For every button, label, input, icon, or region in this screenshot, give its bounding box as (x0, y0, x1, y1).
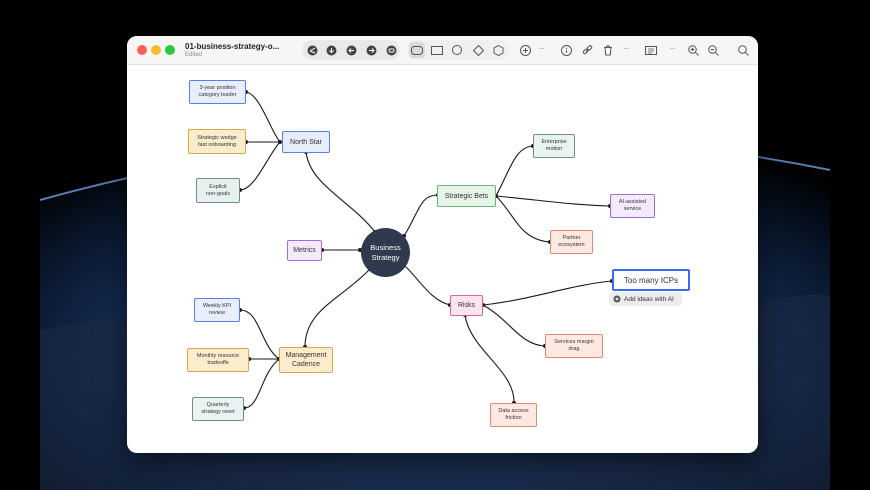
management-cadence-node[interactable]: Management Cadence (279, 347, 333, 373)
search-icon[interactable] (735, 42, 751, 58)
circle-shape-icon[interactable] (449, 42, 465, 58)
node-label: Weekly KPI review (202, 303, 232, 316)
arrow-right-icon[interactable] (363, 42, 379, 58)
close-button[interactable] (137, 45, 147, 55)
outline-view-icon[interactable] (642, 42, 660, 58)
strategic-bets-child-node[interactable]: Partner ecosystem (550, 230, 593, 254)
hexagon-shape-icon[interactable] (490, 42, 506, 58)
minimize-button[interactable] (151, 45, 161, 55)
strategic-bets-label: Strategic Bets (444, 192, 489, 200)
zoom-button[interactable] (165, 45, 175, 55)
node-label: Explicit non-goals (205, 183, 231, 197)
risks-child-node-selected[interactable]: Too many ICPs (612, 269, 690, 291)
document-status: Edited (185, 52, 203, 58)
toolbar-separator (624, 48, 629, 49)
root-node[interactable]: Business Strategy (361, 228, 410, 277)
zoom-in-icon[interactable] (685, 42, 701, 58)
rounded-rect-shape-icon[interactable] (409, 42, 425, 58)
trash-icon[interactable] (600, 42, 616, 58)
strategic-bets-child-node[interactable]: Enterprise motion (533, 134, 575, 158)
north-star-node[interactable]: North Star (282, 131, 330, 153)
risks-node[interactable]: Risks (450, 295, 483, 316)
node-label: Quarterly strategy reset (201, 402, 235, 415)
strategic-bets-node[interactable]: Strategic Bets (437, 185, 496, 207)
risks-child-node[interactable]: Data access friction (490, 403, 537, 427)
risks-label: Risks (457, 302, 476, 309)
link-icon[interactable] (579, 42, 595, 58)
add-ideas-ai-button[interactable]: Add ideas with AI (609, 292, 682, 306)
diamond-shape-icon[interactable] (470, 42, 486, 58)
risks-child-node[interactable]: Services margin drag (545, 334, 603, 358)
cadence-child-node[interactable]: Monthly resource tradeoffs (187, 348, 249, 372)
north-star-label: North Star (290, 138, 322, 146)
north-star-child-node[interactable]: Strategic wedge fast onboarding (188, 129, 246, 154)
node-label: Services margin drag (554, 339, 594, 352)
root-node-label: Business Strategy (370, 242, 401, 262)
rect-shape-icon[interactable] (429, 42, 445, 58)
metrics-node[interactable]: Metrics (287, 240, 322, 261)
refresh-icon[interactable] (383, 42, 399, 58)
north-star-child-node[interactable]: 3-year position category leader (189, 80, 246, 104)
arrow-left-icon[interactable] (343, 42, 359, 58)
node-label: Data access friction (498, 408, 529, 421)
toolbar-separator (670, 48, 675, 49)
zoom-out-icon[interactable] (705, 42, 721, 58)
management-cadence-label: Management Cadence (285, 352, 327, 368)
node-label: Partner ecosystem (558, 235, 585, 248)
metrics-label: Metrics (293, 247, 316, 254)
node-label: Too many ICPs (623, 275, 679, 285)
add-node-icon[interactable] (517, 42, 533, 58)
sparkle-icon (613, 295, 621, 303)
info-icon[interactable] (558, 42, 574, 58)
document-title: 01-business-strategy-o... (185, 42, 280, 51)
cadence-child-node[interactable]: Weekly KPI review (194, 298, 240, 322)
cadence-child-node[interactable]: Quarterly strategy reset (192, 397, 244, 421)
share-icon[interactable] (304, 42, 320, 58)
node-label: Strategic wedge fast onboarding (197, 134, 237, 148)
node-label: 3-year position category leader (198, 85, 237, 98)
strategic-bets-child-node[interactable]: AI-assisted service (610, 194, 655, 218)
node-label: AI-assisted service (618, 199, 647, 212)
north-star-child-node[interactable]: Explicit non-goals (196, 178, 240, 203)
node-label: Monthly resource tradeoffs (196, 353, 240, 366)
toolbar-separator (539, 48, 544, 49)
download-icon[interactable] (323, 42, 339, 58)
titlebar: 01-business-strategy-o... Edited (127, 36, 758, 65)
add-ideas-ai-label: Add ideas with AI (624, 295, 674, 303)
node-label: Enterprise motion (541, 139, 567, 152)
